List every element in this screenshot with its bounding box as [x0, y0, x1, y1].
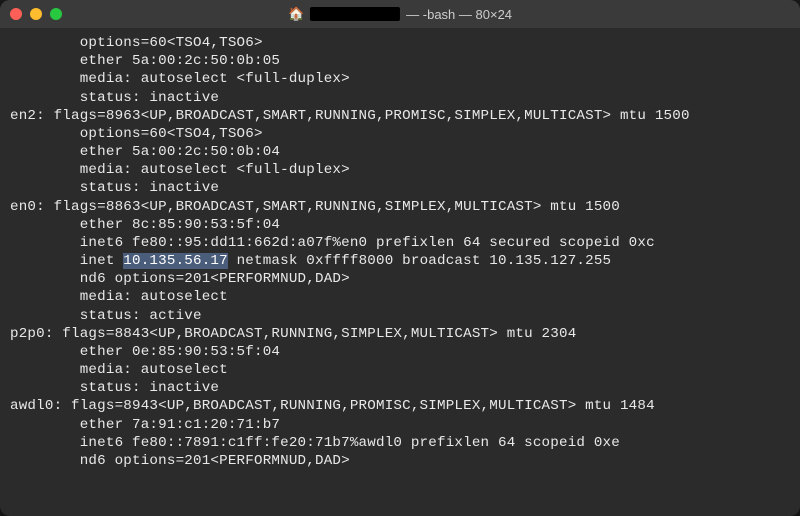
terminal-output[interactable]: options=60<TSO4,TSO6> ether 5a:00:2c:50:… [0, 28, 800, 516]
close-icon[interactable] [10, 8, 22, 20]
terminal-line: ether 5a:00:2c:50:0b:04 [10, 143, 790, 161]
terminal-line: status: active [10, 307, 790, 325]
window-title: 🏠 — -bash — 80×24 [288, 6, 512, 22]
selected-ip[interactable]: 10.135.56.17 [123, 253, 228, 269]
terminal-line: status: inactive [10, 179, 790, 197]
terminal-line: nd6 options=201<PERFORMNUD,DAD> [10, 270, 790, 288]
titlebar[interactable]: 🏠 — -bash — 80×24 [0, 0, 800, 28]
terminal-line: nd6 options=201<PERFORMNUD,DAD> [10, 452, 790, 470]
terminal-line: options=60<TSO4,TSO6> [10, 34, 790, 52]
redacted-username [310, 7, 400, 21]
terminal-line: media: autoselect <full-duplex> [10, 161, 790, 179]
terminal-line: media: autoselect <full-duplex> [10, 70, 790, 88]
terminal-line: en2: flags=8963<UP,BROADCAST,SMART,RUNNI… [10, 107, 790, 125]
terminal-line: media: autoselect [10, 288, 790, 306]
terminal-line: ether 8c:85:90:53:5f:04 [10, 216, 790, 234]
terminal-line: media: autoselect [10, 361, 790, 379]
maximize-icon[interactable] [50, 8, 62, 20]
terminal-line: awdl0: flags=8943<UP,BROADCAST,RUNNING,P… [10, 397, 790, 415]
terminal-line: ether 5a:00:2c:50:0b:05 [10, 52, 790, 70]
terminal-line: options=60<TSO4,TSO6> [10, 125, 790, 143]
terminal-line: en0: flags=8863<UP,BROADCAST,SMART,RUNNI… [10, 198, 790, 216]
terminal-line: status: inactive [10, 89, 790, 107]
terminal-line: ether 7a:91:c1:20:71:b7 [10, 416, 790, 434]
terminal-line: p2p0: flags=8843<UP,BROADCAST,RUNNING,SI… [10, 325, 790, 343]
minimize-icon[interactable] [30, 8, 42, 20]
terminal-line: inet6 fe80::95:dd11:662d:a07f%en0 prefix… [10, 234, 790, 252]
terminal-window: 🏠 — -bash — 80×24 options=60<TSO4,TSO6> … [0, 0, 800, 516]
home-icon: 🏠 [288, 6, 304, 22]
title-suffix: — -bash — 80×24 [406, 7, 512, 22]
terminal-line: inet 10.135.56.17 netmask 0xffff8000 bro… [10, 252, 790, 270]
terminal-line: inet6 fe80::7891:c1ff:fe20:71b7%awdl0 pr… [10, 434, 790, 452]
terminal-line: status: inactive [10, 379, 790, 397]
traffic-lights [10, 8, 62, 20]
terminal-line: ether 0e:85:90:53:5f:04 [10, 343, 790, 361]
